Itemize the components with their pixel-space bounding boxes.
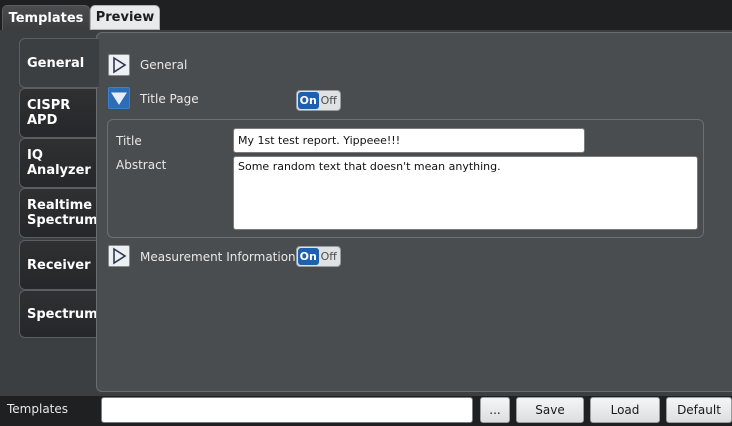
triangle-right-icon: [113, 56, 127, 74]
title-page-section-label: Title Page: [140, 92, 199, 106]
measurement-info-section-label: Measurement Information: [140, 250, 296, 264]
general-expand-button[interactable]: [108, 54, 130, 76]
save-button[interactable]: Save: [516, 397, 584, 423]
toggle-on-label: On: [298, 92, 319, 109]
side-tab-general-active[interactable]: General: [19, 38, 99, 88]
triangle-right-icon: [113, 247, 127, 265]
browse-button[interactable]: ...: [480, 397, 510, 423]
abstract-textarea[interactable]: Some random text that doesn't mean anyth…: [233, 156, 698, 230]
tab-preview[interactable]: Preview: [90, 5, 160, 30]
general-section-label: General: [140, 58, 188, 72]
title-page-toggle[interactable]: On Off: [296, 90, 341, 111]
side-tab-receiver[interactable]: Receiver: [19, 240, 97, 290]
measurement-info-toggle[interactable]: On Off: [296, 246, 341, 267]
toggle-off-label: Off: [320, 250, 337, 263]
toggle-on-label: On: [298, 248, 319, 265]
title-input[interactable]: My 1st test report. Yippeee!!!: [233, 128, 585, 153]
side-tab-label: IQ Analyzer: [27, 148, 91, 178]
toggle-off-label: Off: [320, 94, 337, 107]
default-button[interactable]: Default: [666, 397, 732, 423]
side-tab-cispr-apd[interactable]: CISPR APD: [19, 88, 97, 138]
triangle-down-icon: [111, 92, 127, 105]
title-field-label: Title: [116, 134, 142, 148]
title-page-expand-button[interactable]: [108, 87, 130, 109]
side-tab-spectrum[interactable]: Spectrum: [19, 290, 98, 338]
tab-templates[interactable]: Templates: [2, 5, 90, 30]
template-name-input[interactable]: [101, 397, 473, 423]
side-tab-iq-analyzer[interactable]: IQ Analyzer: [19, 138, 97, 188]
load-button[interactable]: Load: [590, 397, 660, 423]
measurement-info-expand-button[interactable]: [108, 245, 130, 267]
side-tab-label: CISPR APD: [27, 98, 71, 128]
side-tab-label: Realtime Spectrum: [27, 198, 98, 228]
side-tab-realtime-spectrum[interactable]: Realtime Spectrum: [19, 188, 98, 238]
abstract-field-label: Abstract: [116, 158, 167, 172]
templates-name-label: Templates: [7, 402, 69, 416]
